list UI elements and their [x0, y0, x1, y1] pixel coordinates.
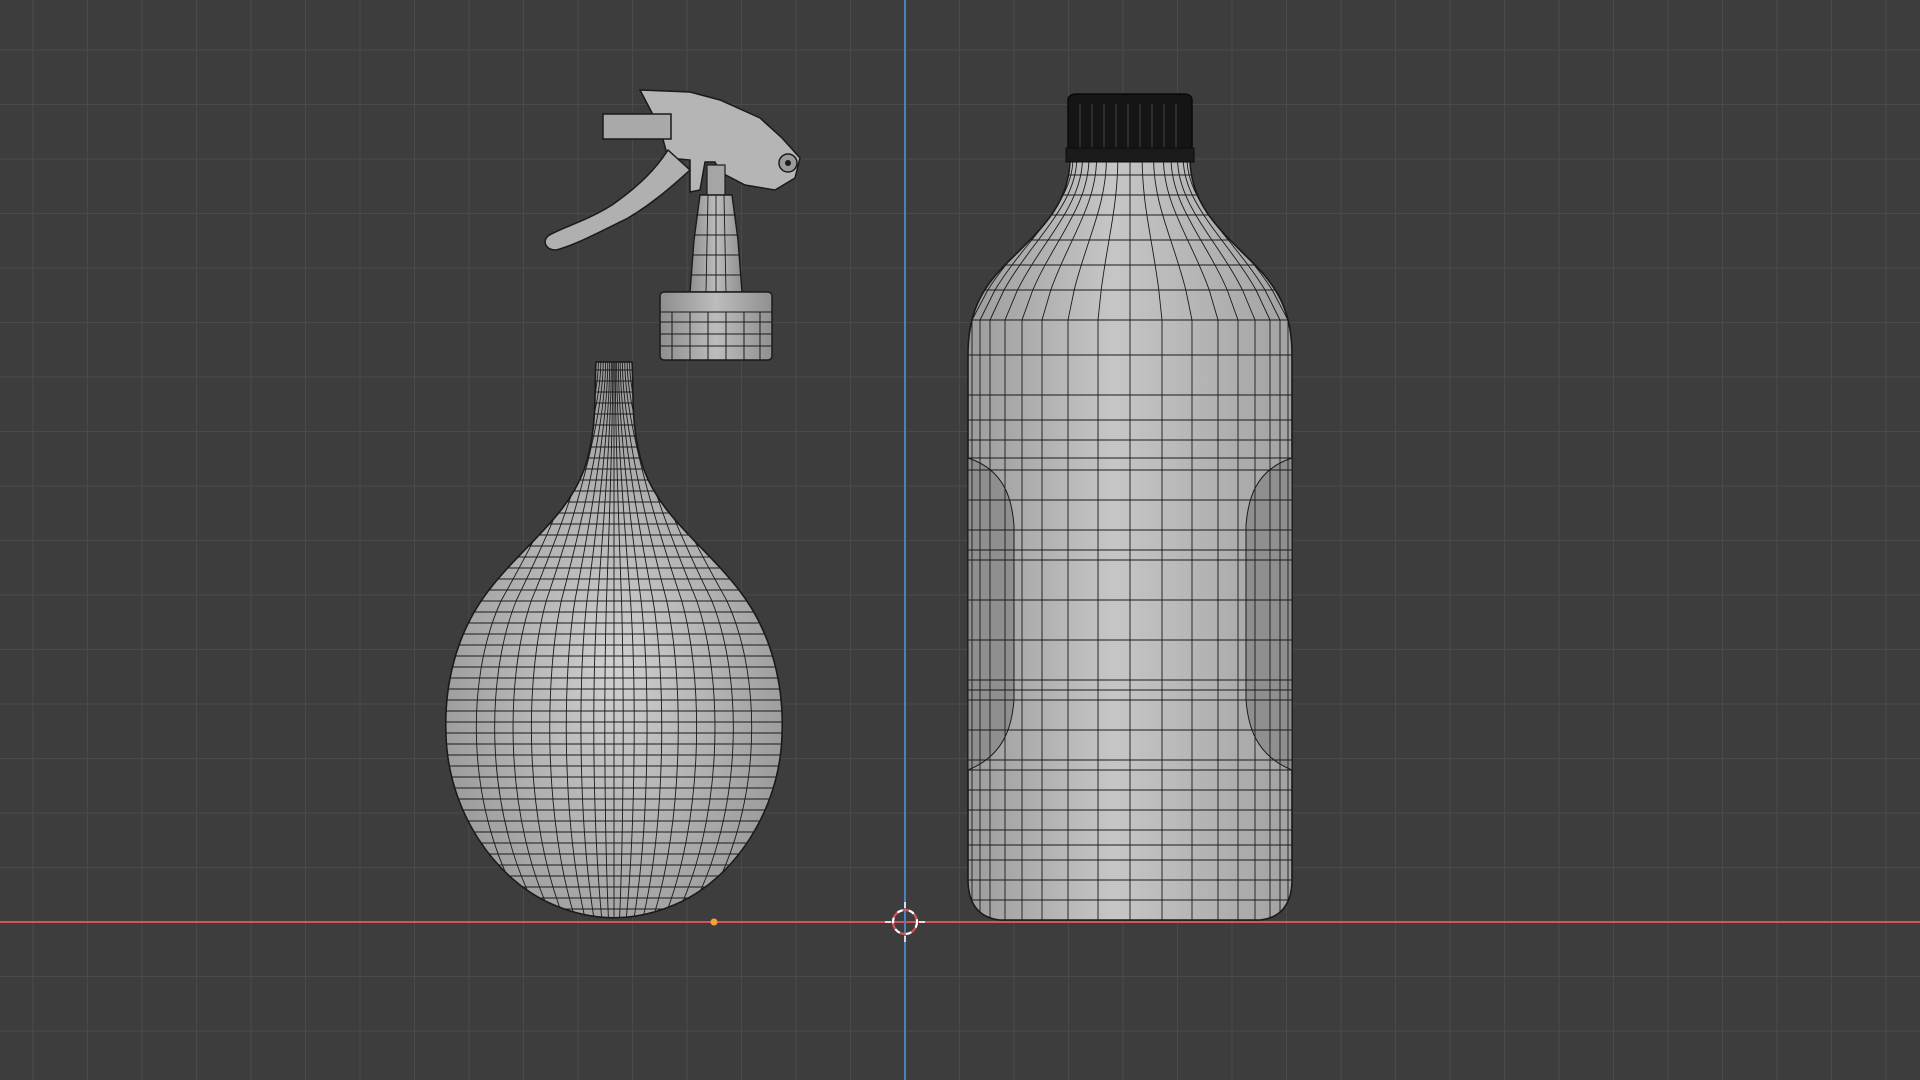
grip-recess-left [967, 457, 1015, 771]
3d-viewport[interactable] [0, 0, 1920, 1080]
spray-bottle-object[interactable] [430, 89, 801, 926]
cap-ring [1065, 147, 1195, 163]
viewport-grid [0, 0, 1920, 1080]
viewport-canvas[interactable] [0, 0, 1920, 1080]
pump-stem [706, 164, 726, 196]
grip-recess-right [1245, 457, 1293, 771]
object-origin-dot [710, 918, 718, 926]
plastic-bottle-object[interactable] [960, 93, 1300, 921]
screw-collar [659, 291, 773, 361]
pivot-pin [785, 160, 791, 166]
nozzle-tip [602, 113, 672, 140]
trigger-lever [544, 148, 692, 251]
